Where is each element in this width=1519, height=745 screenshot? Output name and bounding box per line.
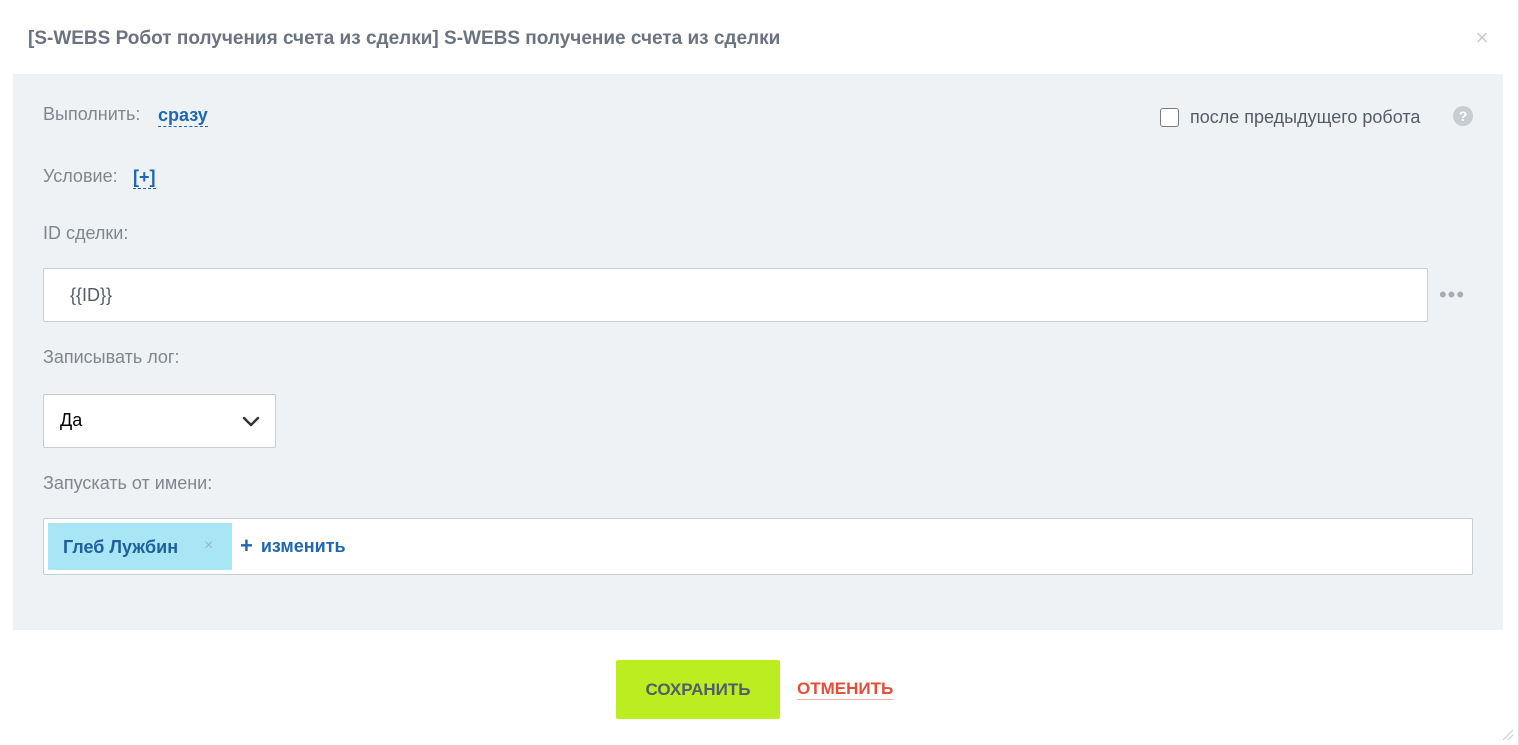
user-chip-name: Глеб Лужбин: [63, 537, 179, 557]
execute-label: Выполнить:: [43, 104, 141, 124]
deal-id-input[interactable]: {{ID}}: [43, 268, 1428, 322]
execute-timing-link[interactable]: сразу: [158, 104, 208, 127]
run-as-user-field: Глеб Лужбин × + изменить: [43, 518, 1473, 575]
cancel-button[interactable]: ОТМЕНИТЬ: [797, 679, 894, 700]
after-previous-label: после предыдущего робота: [1190, 106, 1421, 127]
dialog-body: Выполнить: сразу после предыдущего робот…: [13, 74, 1503, 630]
plus-icon: +: [240, 533, 253, 558]
write-log-selected-value: Да: [60, 410, 83, 430]
more-dots-icon[interactable]: •••: [1437, 283, 1467, 307]
robot-settings-dialog: [S-WEBS Робот получения счета из сделки]…: [0, 0, 1519, 745]
write-log-select[interactable]: Да: [43, 394, 276, 448]
dialog-title: [S-WEBS Робот получения счета из сделки]…: [28, 28, 781, 49]
run-as-label: Запускать от имени:: [43, 473, 213, 493]
condition-label: Условие:: [43, 166, 118, 186]
chevron-down-icon: [242, 416, 260, 427]
user-chip: Глеб Лужбин ×: [48, 523, 232, 570]
add-condition-link[interactable]: [+]: [133, 166, 156, 189]
dialog-header: [S-WEBS Робот получения счета из сделки]…: [0, 0, 1519, 74]
deal-id-label: ID сделки:: [43, 223, 129, 243]
remove-user-icon[interactable]: ×: [204, 537, 213, 555]
help-icon[interactable]: ?: [1453, 106, 1473, 126]
change-user-link[interactable]: + изменить: [240, 533, 346, 559]
after-previous-checkbox[interactable]: [1160, 107, 1179, 127]
save-button[interactable]: СОХРАНИТЬ: [616, 660, 780, 719]
close-icon[interactable]: ×: [1472, 26, 1492, 50]
after-previous-option[interactable]: после предыдущего робота: [1160, 105, 1420, 129]
resize-handle-icon[interactable]: [1500, 727, 1514, 741]
change-user-label: изменить: [260, 536, 346, 556]
write-log-label: Записывать лог:: [43, 347, 180, 367]
